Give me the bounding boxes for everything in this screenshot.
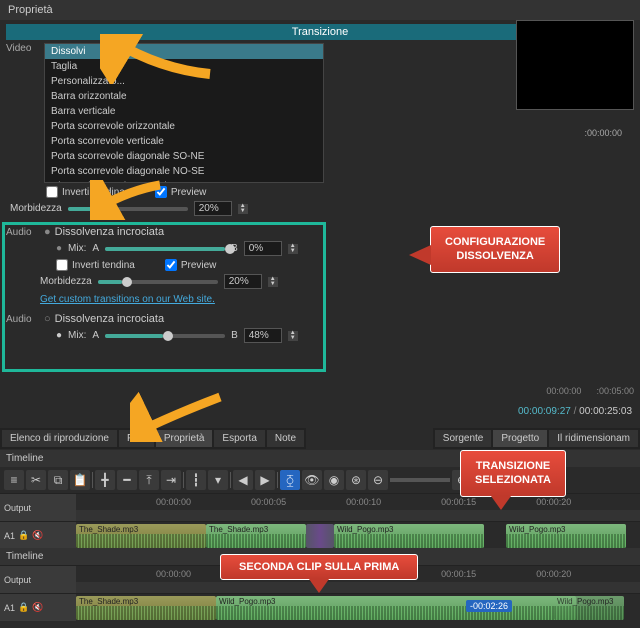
clip-shade[interactable]: The_Shade.mp3: [76, 524, 206, 548]
transition-type-list[interactable]: Dissolvi Taglia Personalizzato... Barra …: [44, 43, 324, 183]
left-tabs: Elenco di riproduzione Filtri Proprietà …: [0, 428, 306, 449]
copy-icon[interactable]: ⧉: [48, 470, 68, 490]
morbidezza-label-2: Morbidezza: [40, 276, 92, 287]
preview-monitor: [516, 20, 634, 110]
clip-shade-b[interactable]: The_Shade.mp3: [76, 596, 216, 620]
cut-icon[interactable]: ✂: [26, 470, 46, 490]
tab-progetto[interactable]: Progetto: [493, 430, 547, 447]
mix-b-2: B: [231, 330, 238, 341]
morbidezza-value[interactable]: 20%: [194, 201, 232, 216]
mix-b-value[interactable]: 0%: [244, 241, 282, 256]
transition-option[interactable]: Taglia: [45, 59, 323, 74]
preview-checkbox[interactable]: Preview: [155, 186, 207, 198]
mute-icon[interactable]: 🔇: [32, 530, 43, 541]
clip-wild-b[interactable]: Wild_Pogo.mp3: [216, 596, 576, 620]
transition-option[interactable]: Porta scorrevole orizzontale: [45, 119, 323, 134]
preview-timecode: 00:00:09:27 / 00:00:25:03: [518, 406, 632, 417]
offset-badge: -00:02:26: [466, 600, 512, 612]
output-head: Output: [0, 494, 76, 521]
mix-slider-2[interactable]: [105, 334, 225, 338]
track-body[interactable]: The_Shade.mp3 The_Shade.mp3 Wild_Pogo.mp…: [76, 522, 640, 549]
tab-elenco[interactable]: Elenco di riproduzione: [2, 430, 117, 447]
tab-proprieta[interactable]: Proprietà: [156, 430, 213, 447]
overwrite-icon[interactable]: ⇥: [161, 470, 181, 490]
preview-ruler: 00:00:00 :00:05:00: [546, 386, 634, 396]
transition-option[interactable]: Porta scorrevole diagonale NO-SE: [45, 164, 323, 179]
callout-config: CONFIGURAZIONEDISSOLVENZA: [430, 226, 560, 273]
mute-icon[interactable]: 🔇: [32, 602, 43, 613]
clip-shade-2[interactable]: The_Shade.mp3: [206, 524, 306, 548]
spinner[interactable]: ▲▼: [288, 244, 298, 254]
zoom-slider[interactable]: [390, 478, 450, 482]
mix-a-2: A: [92, 330, 99, 341]
transition-clip[interactable]: [306, 524, 334, 548]
track-body-2[interactable]: The_Shade.mp3 Wild_Pogo.mp3 Wild_Pogo.mp…: [76, 594, 640, 621]
morbidezza-slider[interactable]: [68, 207, 188, 211]
spinner[interactable]: ▲▼: [288, 331, 298, 341]
target-icon[interactable]: ⊛: [346, 470, 366, 490]
spinner[interactable]: ▲▼: [238, 204, 248, 214]
transition-option[interactable]: Porta scorrevole verticale: [45, 134, 323, 149]
tab-ridim[interactable]: Il ridimensionam: [549, 430, 638, 447]
remove-icon[interactable]: ━: [117, 470, 137, 490]
magnet-icon[interactable]: ⧲: [280, 470, 300, 490]
menu-icon[interactable]: ≡: [4, 470, 24, 490]
mix-a: A: [92, 243, 99, 254]
mix-b-value-2[interactable]: 48%: [244, 328, 282, 343]
audio-label-2: Audio: [6, 314, 40, 325]
clip-wild[interactable]: Wild_Pogo.mp3: [334, 524, 484, 548]
lock-icon[interactable]: 🔒: [18, 530, 29, 541]
track-a1-head-2[interactable]: A1🔒🔇: [0, 594, 76, 621]
transition-option[interactable]: Diagonale superiore a sinistra: [45, 179, 323, 183]
lift-icon[interactable]: ⤒: [139, 470, 159, 490]
tab-note[interactable]: Note: [267, 430, 304, 447]
right-tabs: Sorgente Progetto Il ridimensionam: [433, 428, 640, 449]
preview-checkbox-2[interactable]: Preview: [165, 259, 217, 271]
paste-icon[interactable]: 📋: [70, 470, 90, 490]
callout-selected: TRANSIZIONESELEZIONATA: [460, 450, 566, 497]
clip-wild-2[interactable]: Wild_Pogo.mp3: [506, 524, 626, 548]
track-a1-head[interactable]: A1🔒🔇: [0, 522, 76, 549]
panel-title: Proprietà: [0, 0, 640, 20]
add-icon[interactable]: ╋: [95, 470, 115, 490]
inverti-checkbox[interactable]: Inverti tendina: [46, 186, 125, 198]
zoomout-icon[interactable]: ⊖: [368, 470, 388, 490]
tab-sorgente[interactable]: Sorgente: [435, 430, 492, 447]
transition-option[interactable]: Barra verticale: [45, 104, 323, 119]
split-icon[interactable]: ┇: [186, 470, 206, 490]
transition-option-dissolvi[interactable]: Dissolvi: [45, 44, 323, 59]
video-label: Video: [6, 43, 40, 54]
output-head-2: Output: [0, 566, 76, 593]
eye-icon[interactable]: 👁: [302, 470, 322, 490]
mix-label: Mix:: [68, 243, 86, 254]
morbidezza-slider-2[interactable]: [98, 280, 218, 284]
ripple-icon[interactable]: ◉: [324, 470, 344, 490]
arrow-icon[interactable]: ▾: [208, 470, 228, 490]
audio-label: Audio: [6, 227, 40, 238]
dissolvenza-label: Dissolvenza incrociata: [55, 226, 164, 238]
tab-esporta[interactable]: Esporta: [214, 430, 264, 447]
transition-option[interactable]: Personalizzato...: [45, 74, 323, 89]
morbidezza-value-2[interactable]: 20%: [224, 274, 262, 289]
morbidezza-label: Morbidezza: [10, 203, 62, 214]
transition-option[interactable]: Barra orizzontale: [45, 89, 323, 104]
lock-icon[interactable]: 🔒: [18, 602, 29, 613]
prev-icon[interactable]: ◀: [233, 470, 253, 490]
callout-overlay: SECONDA CLIP SULLA PRIMA: [220, 554, 418, 580]
mix-label-2: Mix:: [68, 330, 86, 341]
preview-marker-time: :00:00:00: [584, 128, 622, 138]
mix-slider[interactable]: [105, 247, 225, 251]
next-icon[interactable]: ▶: [255, 470, 275, 490]
spinner[interactable]: ▲▼: [268, 277, 278, 287]
tab-filtri[interactable]: Filtri: [119, 430, 154, 447]
custom-transitions-link[interactable]: Get custom transitions on our Web site.: [40, 294, 215, 305]
clip-wild-c[interactable]: Wild_Pogo.mp3: [554, 596, 624, 620]
dissolvenza-label-2: Dissolvenza incrociata: [55, 313, 164, 325]
inverti-checkbox-2[interactable]: Inverti tendina: [56, 259, 135, 271]
transition-option[interactable]: Porta scorrevole diagonale SO-NE: [45, 149, 323, 164]
